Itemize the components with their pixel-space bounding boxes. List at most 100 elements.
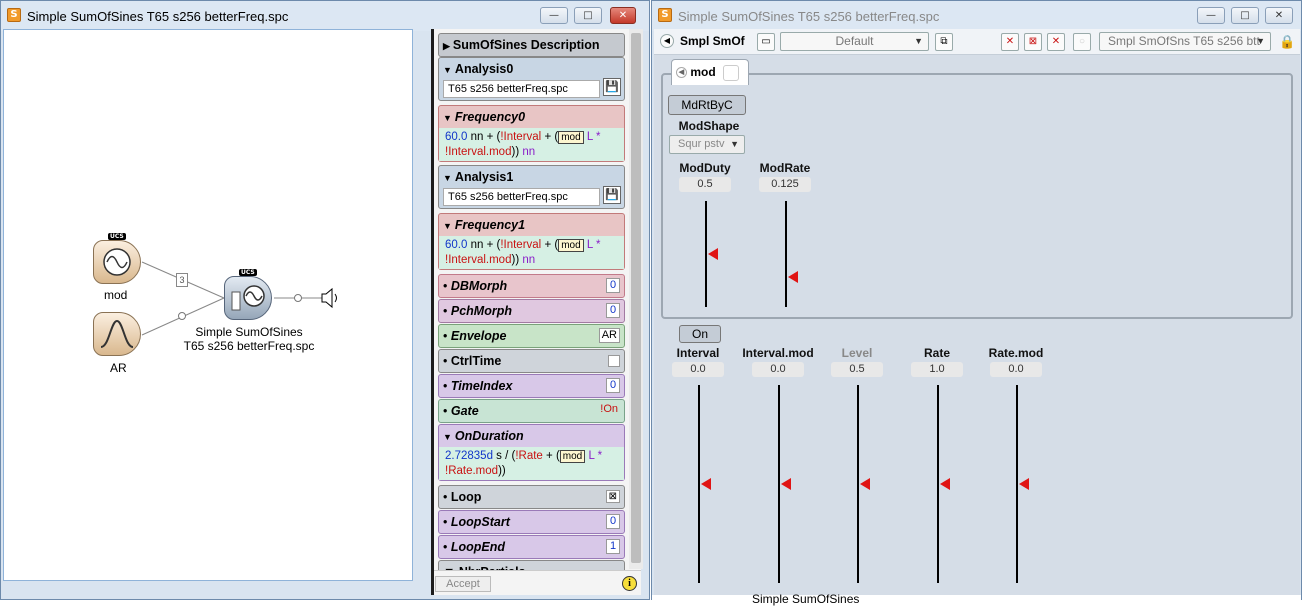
title-bar[interactable]: S Simple SumOfSines T65 s256 betterFreq.… <box>652 1 1301 31</box>
envelope-panel[interactable]: • Envelope AR <box>438 324 625 348</box>
collapse-triangle-icon[interactable]: ▼ <box>443 65 452 75</box>
timeindex-value[interactable]: 0 <box>606 378 620 393</box>
level-fader-value[interactable]: 0.5 <box>831 362 883 377</box>
mod-node-label: mod <box>104 288 128 302</box>
interval-mod-fader-track[interactable] <box>778 385 780 583</box>
frequency1-panel[interactable]: ▼ Frequency1 60.0 nn + (!Interval + (mod … <box>438 213 625 270</box>
back-icon[interactable]: ◀ <box>660 34 674 48</box>
collapse-triangle-icon[interactable]: ▼ <box>443 173 452 183</box>
level-fader-track[interactable] <box>857 385 859 583</box>
expand-triangle-icon[interactable]: ▶ <box>443 41 450 51</box>
loop-panel[interactable]: • Loop ⊠ <box>438 485 625 509</box>
modshape-dropdown[interactable]: Squr pstv ▼ <box>669 135 745 154</box>
frequency1-expression[interactable]: 60.0 nn + (!Interval + (mod L * !Interval… <box>439 236 624 269</box>
snapshot-icon[interactable]: ▭ <box>757 33 775 51</box>
delete-icon[interactable]: ✕ <box>1001 33 1019 51</box>
mod-tag: mod <box>559 450 586 463</box>
interval-mod-ref: !Interval.mod <box>445 254 512 266</box>
analysis0-file-field[interactable]: T65 s256 betterFreq.spc <box>443 80 600 98</box>
gate-value[interactable]: !On <box>598 403 620 418</box>
dbmorph-panel[interactable]: • DBMorph 0 <box>438 274 625 298</box>
sumofsines-node[interactable]: UCS <box>224 269 272 320</box>
mdrtbyc-button[interactable]: MdRtByC <box>668 95 746 115</box>
maximize-button[interactable]: □ <box>574 7 602 24</box>
analysis1-panel[interactable]: ▼ Analysis1 T65 s256 betterFreq.spc 💾 <box>438 165 625 209</box>
level-fader-handle[interactable] <box>860 478 870 490</box>
preset-dropdown[interactable]: Default ▼ <box>780 32 929 51</box>
loopend-value[interactable]: 1 <box>606 539 620 554</box>
rate-fader-value[interactable]: 1.0 <box>911 362 963 377</box>
mod-tab-label: mod <box>690 65 716 79</box>
maximize-button[interactable]: □ <box>1231 7 1259 24</box>
lock-icon[interactable]: 🔒 <box>1279 34 1295 50</box>
onduration-panel[interactable]: ▼ OnDuration 2.72835d s / (!Rate + (mod L… <box>438 424 625 481</box>
interval-mod-fader-handle[interactable] <box>781 478 791 490</box>
modduty-fader-track[interactable] <box>705 201 707 307</box>
signal-flow-canvas[interactable]: 3 UCS mod AR UCS Simple SumOfSines T65 s… <box>3 29 413 581</box>
tab-toggle-icon[interactable] <box>723 64 740 81</box>
loopstart-value[interactable]: 0 <box>606 514 620 529</box>
sound-editor-window: S Simple SumOfSines T65 s256 betterFreq.… <box>0 0 650 600</box>
modrate-fader-handle[interactable] <box>788 270 798 283</box>
modrate-fader-track[interactable] <box>785 201 787 307</box>
info-icon[interactable]: i <box>622 576 637 591</box>
collapse-triangle-icon[interactable]: ▼ <box>443 221 452 231</box>
expand-icon[interactable]: ◀ <box>676 67 687 79</box>
on-button[interactable]: On <box>679 325 721 343</box>
collapse-triangle-icon[interactable]: ▼ <box>443 113 452 123</box>
parameter-scrollbar[interactable] <box>629 29 643 569</box>
save-icon[interactable]: 💾 <box>603 186 621 204</box>
modduty-fader-value[interactable]: 0.5 <box>679 177 731 192</box>
dbmorph-value[interactable]: 0 <box>606 278 620 293</box>
accept-button[interactable]: Accept <box>435 576 491 592</box>
interval-fader-value[interactable]: 0.0 <box>672 362 724 377</box>
save-icon[interactable]: 💾 <box>603 78 621 96</box>
analysis1-file-field[interactable]: T65 s256 betterFreq.spc <box>443 188 600 206</box>
interval-fader-handle[interactable] <box>701 478 711 490</box>
rate-mod-fader-handle[interactable] <box>1019 478 1029 490</box>
frequency0-expression[interactable]: 60.0 nn + (!Interval + (mod L * !Interval… <box>439 128 624 161</box>
frequency0-panel[interactable]: ▼ Frequency0 60.0 nn + (!Interval + (mod … <box>438 105 625 162</box>
minimize-button[interactable]: — <box>540 7 568 24</box>
interval-fader-track[interactable] <box>698 385 700 583</box>
ctrltime-checkbox[interactable] <box>608 355 620 367</box>
description-panel[interactable]: ▶ SumOfSines Description <box>438 33 625 57</box>
copy-icon[interactable]: ⧉ <box>935 33 953 51</box>
rate-fader-handle[interactable] <box>940 478 950 490</box>
scroll-thumb[interactable] <box>631 33 641 563</box>
ar-node[interactable] <box>93 312 141 356</box>
loopend-panel[interactable]: • LoopEnd 1 <box>438 535 625 559</box>
sound-select-dropdown[interactable]: Smpl SmOfSns T65 s256 btt ▼ <box>1099 32 1271 51</box>
rate-fader-track[interactable] <box>937 385 939 583</box>
mod-tab[interactable]: ◀ mod <box>671 59 749 85</box>
analysis0-panel[interactable]: ▼ Analysis0 T65 s256 betterFreq.spc 💾 <box>438 57 625 101</box>
interval-mod-fader-value[interactable]: 0.0 <box>752 362 804 377</box>
minimize-button[interactable]: — <box>1197 7 1225 24</box>
pchmorph-value[interactable]: 0 <box>606 303 620 318</box>
delete-all-icon[interactable]: ⊠ <box>1024 33 1042 51</box>
collapse-triangle-icon[interactable]: ▼ <box>443 432 452 442</box>
gate-panel[interactable]: • Gate !On <box>438 399 625 423</box>
rate-mod-fader-value[interactable]: 0.0 <box>990 362 1042 377</box>
modrate-fader-value[interactable]: 0.125 <box>759 177 811 192</box>
loop-checkbox[interactable]: ⊠ <box>605 490 620 503</box>
onduration-expression[interactable]: 2.72835d s / (!Rate + (mod L * !Rate.mod)… <box>439 447 624 480</box>
chevron-down-icon: ▼ <box>914 36 923 46</box>
loopstart-panel[interactable]: • LoopStart 0 <box>438 510 625 534</box>
pchmorph-panel[interactable]: • PchMorph 0 <box>438 299 625 323</box>
close-button[interactable]: ✕ <box>610 7 636 24</box>
modduty-fader-handle[interactable] <box>708 248 718 260</box>
rate-mod-ref: !Rate.mod <box>445 465 499 477</box>
title-bar[interactable]: S Simple SumOfSines T65 s256 betterFreq.… <box>1 1 649 31</box>
record-icon[interactable]: ○ <box>1073 33 1091 51</box>
close-button[interactable]: ✕ <box>1265 7 1293 24</box>
rate-mod-fader-track[interactable] <box>1016 385 1018 583</box>
ctrltime-panel[interactable]: • CtrlTime <box>438 349 625 373</box>
analysis1-title: Analysis1 <box>454 170 514 184</box>
modrate-fader-label: ModRate <box>759 161 811 175</box>
sound-select-value: Smpl SmOfSns T65 s256 btt <box>1108 34 1260 48</box>
envelope-value[interactable]: AR <box>598 328 620 343</box>
timeindex-panel[interactable]: • TimeIndex 0 <box>438 374 625 398</box>
clear-icon[interactable]: ✕ <box>1047 33 1065 51</box>
mod-node[interactable]: UCS <box>93 233 141 284</box>
